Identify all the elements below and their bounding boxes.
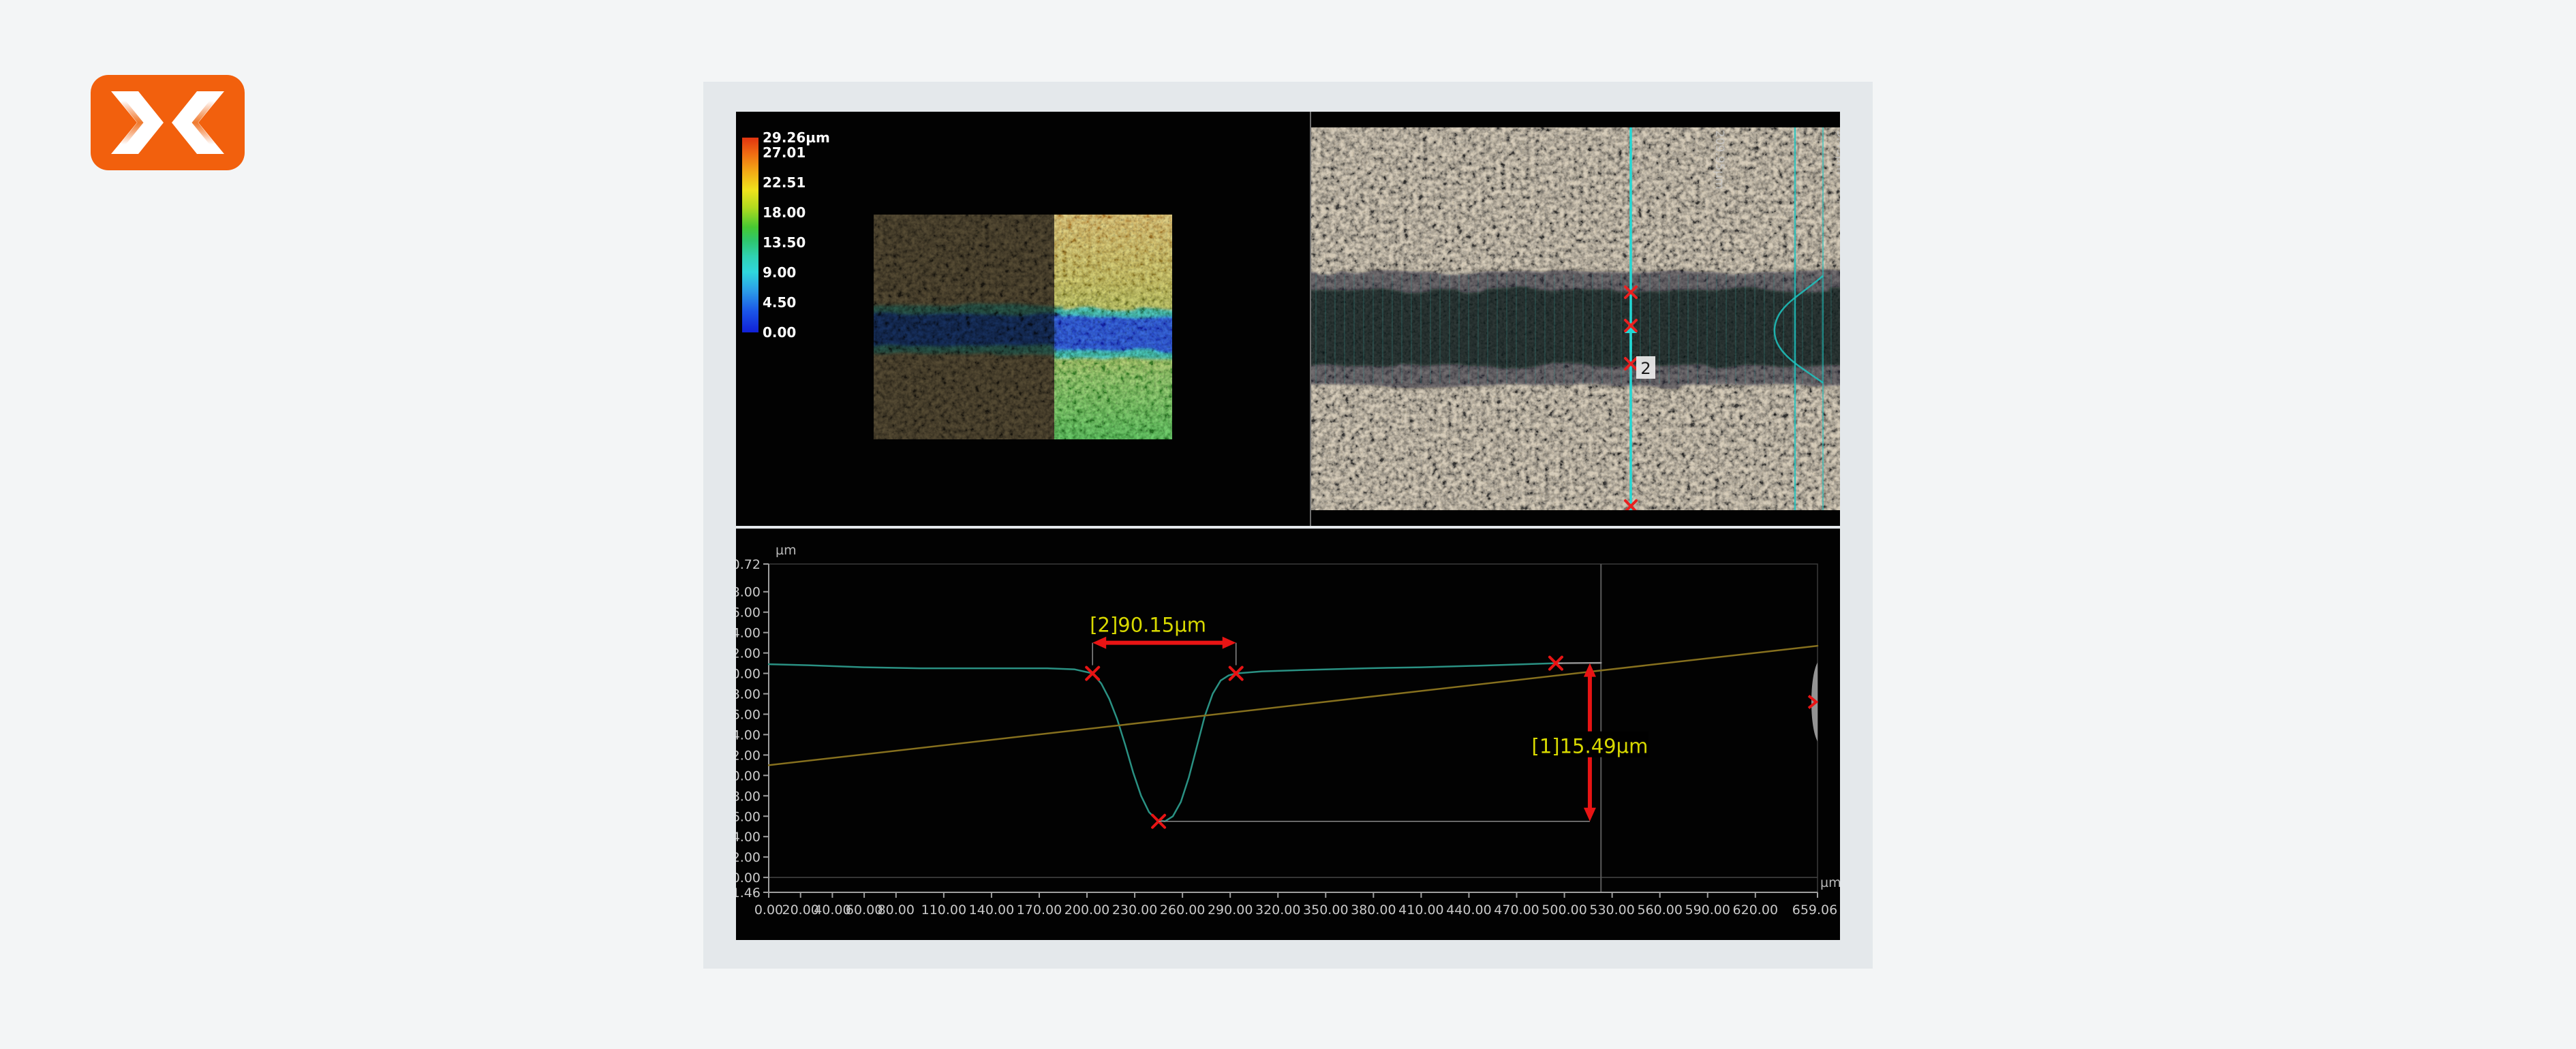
svg-text:24.00: 24.00 — [736, 626, 761, 641]
svg-text:290.00: 290.00 — [1208, 903, 1253, 918]
color-scale-tick-label: 18.00 — [763, 204, 806, 221]
profile-chart[interactable]: 30.72 28.00 26.00 24.00 22.00 20.00 18.00 16.00… — [736, 529, 1840, 940]
color-scale-tick-label: 22.51 — [763, 174, 806, 191]
measurement-workspace: 29.26µm 27.01 22.51 18.00 13.50 9.00 4.50 0.00 — [703, 82, 1873, 969]
color-scale-tick-label: 13.50 — [763, 234, 806, 251]
svg-text:0.00: 0.00 — [754, 903, 783, 918]
y-tick-labels: 30.72 28.00 26.00 24.00 22.00 20.00 18.00 16.00… — [736, 557, 769, 901]
color-scale-tick-label: 9.00 — [763, 264, 796, 281]
logo-background — [91, 75, 245, 170]
svg-text:659.06: 659.06 — [1792, 903, 1837, 918]
app-logo — [91, 75, 245, 170]
svg-text:320.00: 320.00 — [1255, 903, 1300, 918]
svg-text:0.00: 0.00 — [736, 871, 761, 886]
svg-text:18.00: 18.00 — [736, 687, 761, 702]
profile-chart-panel: 30.72 28.00 26.00 24.00 22.00 20.00 18.00 16.00… — [736, 529, 1840, 940]
measurement-annotation-2: [2]90.15µm — [1086, 614, 1242, 680]
svg-text:230.00: 230.00 — [1112, 903, 1157, 918]
color-scale-bar — [742, 138, 758, 332]
y-unit-label: µm — [776, 543, 797, 558]
svg-text:30.72: 30.72 — [736, 557, 761, 572]
svg-text:410.00: 410.00 — [1398, 903, 1443, 918]
scan-lines — [1311, 275, 1840, 383]
x-tick-labels: 0.0020.0040.0060.0080.00110.00140.00170.… — [754, 892, 1837, 918]
plot-border — [769, 564, 1818, 892]
svg-text:380.00: 380.00 — [1351, 903, 1396, 918]
svg-text:2.00: 2.00 — [736, 850, 761, 865]
svg-text:12.00: 12.00 — [736, 748, 761, 763]
svg-text:560.00: 560.00 — [1637, 903, 1682, 918]
svg-text:530.00: 530.00 — [1589, 903, 1634, 918]
logo-graphic — [91, 75, 245, 170]
svg-text:350.00: 350.00 — [1303, 903, 1348, 918]
svg-text:-1.46: -1.46 — [736, 886, 761, 901]
color-scale-tick-label: 0.00 — [763, 324, 796, 341]
svg-text:260.00: 260.00 — [1160, 903, 1205, 918]
height-map-panel[interactable]: 29.26µm 27.01 22.51 18.00 13.50 9.00 4.50 0.00 — [736, 112, 1310, 526]
width-measure-label: [2]90.15µm — [1090, 614, 1206, 637]
depth-measure-label: [1]15.49µm — [1532, 735, 1649, 758]
svg-text:26.00: 26.00 — [736, 606, 761, 621]
svg-text:8.00: 8.00 — [736, 789, 761, 804]
svg-text:4.00: 4.00 — [736, 830, 761, 845]
preview-scale-label: 3.45µm — [1834, 130, 1840, 174]
height-map-image[interactable] — [874, 215, 1172, 439]
svg-text:22.00: 22.00 — [736, 646, 761, 661]
svg-text:28.00: 28.00 — [736, 585, 761, 600]
svg-text:16.00: 16.00 — [736, 707, 761, 722]
color-scale-max-label: 29.26µm — [763, 129, 830, 146]
line-number-label: 2 — [1640, 359, 1651, 378]
svg-text:500.00: 500.00 — [1542, 903, 1586, 918]
microscope-image[interactable]: 2 209.95µm 3.45µm — [1311, 127, 1840, 510]
microscope-image-panel[interactable]: 2 209.95µm 3.45µm — [1310, 112, 1840, 526]
leveling-line — [769, 646, 1818, 765]
svg-text:10.00: 10.00 — [736, 768, 761, 783]
measurement-annotation-1: [1]15.49µm — [1159, 657, 1649, 821]
page: 29.26µm 27.01 22.51 18.00 13.50 9.00 4.50 0.00 — [0, 0, 2576, 1049]
preview-length-label: 209.95µm — [1713, 130, 1726, 189]
color-scale-tick-label: 4.50 — [763, 294, 796, 311]
svg-text:140.00: 140.00 — [969, 903, 1014, 918]
svg-text:80.00: 80.00 — [878, 903, 915, 918]
svg-text:110.00: 110.00 — [921, 903, 966, 918]
svg-text:440.00: 440.00 — [1446, 903, 1491, 918]
svg-text:6.00: 6.00 — [736, 809, 761, 824]
svg-text:470.00: 470.00 — [1494, 903, 1539, 918]
svg-text:170.00: 170.00 — [1017, 903, 1062, 918]
svg-text:590.00: 590.00 — [1685, 903, 1730, 918]
svg-text:20.00: 20.00 — [736, 667, 761, 682]
x-unit-label: µm — [1820, 875, 1840, 890]
measured-profile — [769, 663, 1556, 821]
svg-text:14.00: 14.00 — [736, 727, 761, 742]
svg-text:200.00: 200.00 — [1064, 903, 1109, 918]
color-scale-tick-label: 27.01 — [763, 144, 806, 161]
svg-text:620.00: 620.00 — [1733, 903, 1778, 918]
measure-point-marker — [1086, 668, 1099, 680]
